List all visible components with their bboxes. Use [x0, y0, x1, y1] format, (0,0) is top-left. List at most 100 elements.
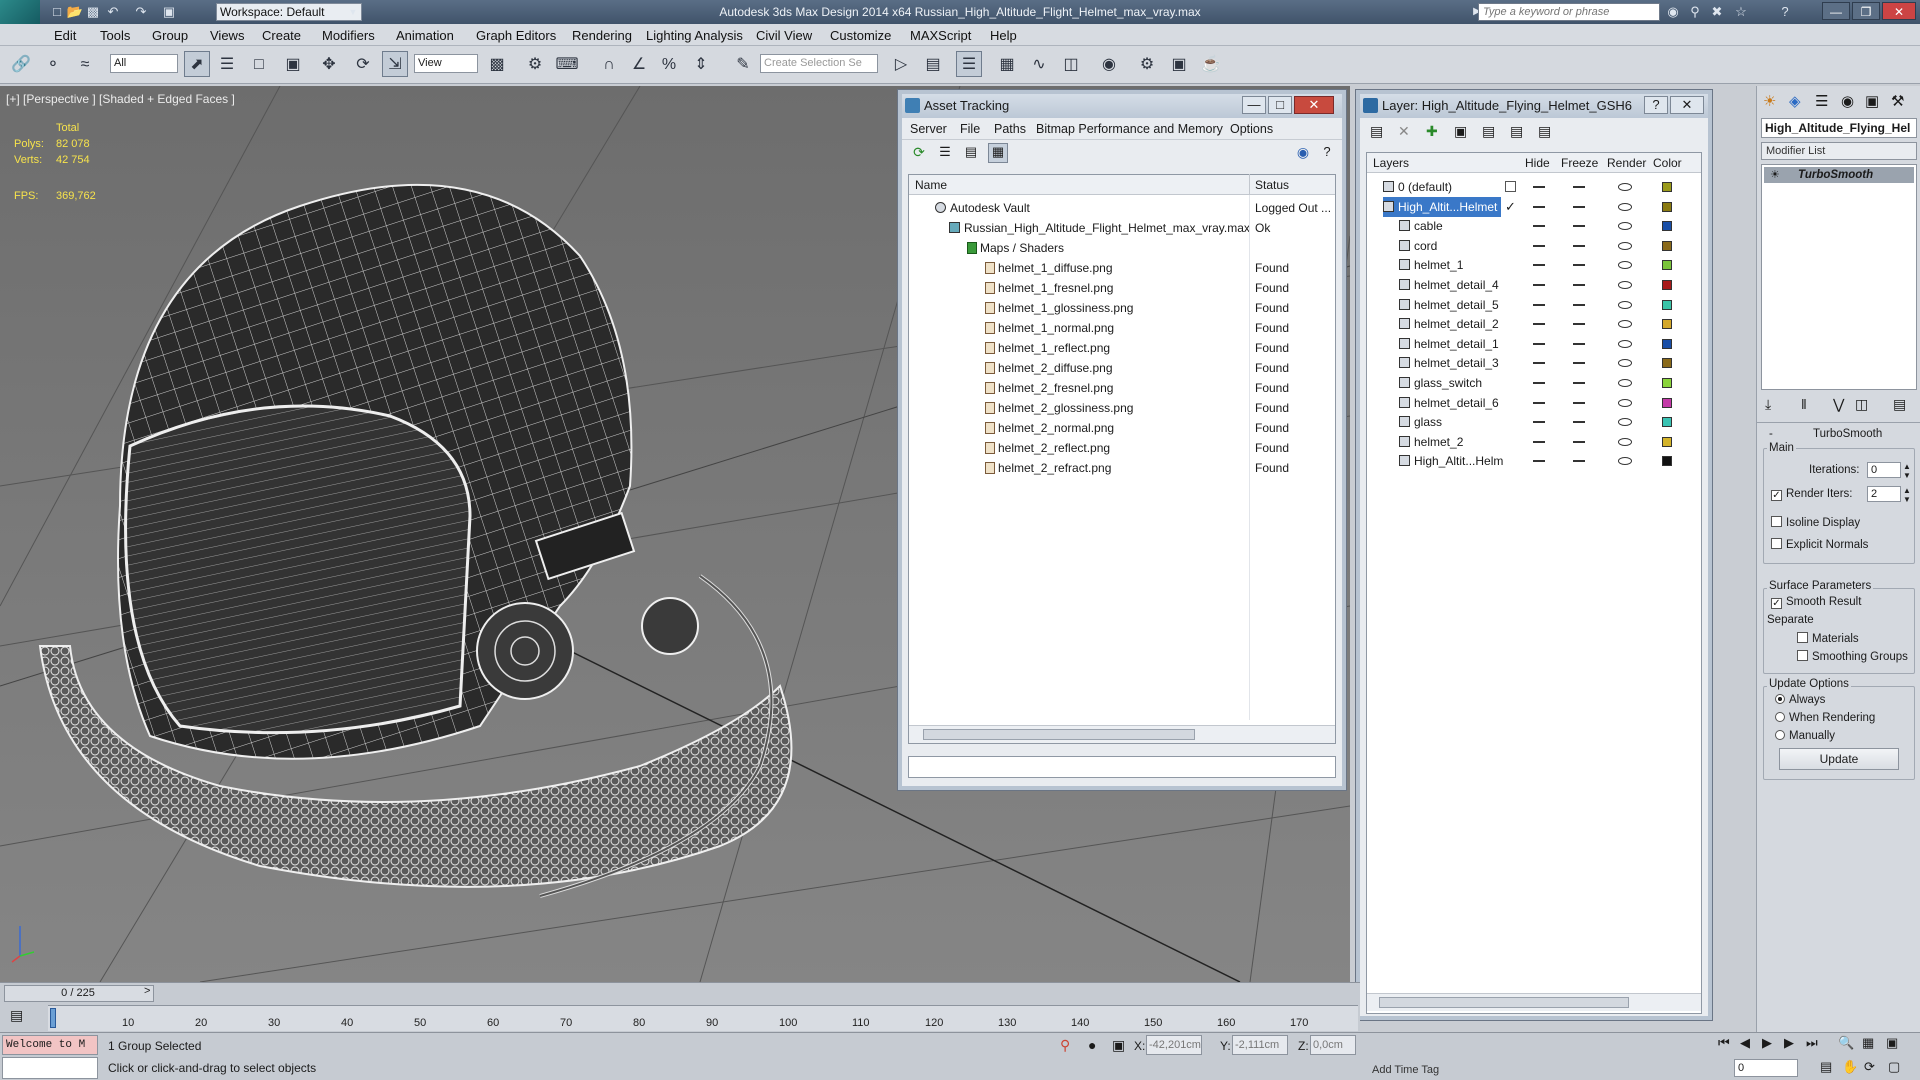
- freeze-toggle[interactable]: [1573, 362, 1585, 365]
- layer-titlebar[interactable]: Layer: High_Altitude_Flying_Helmet_GSH6 …: [1360, 94, 1708, 118]
- list-view-icon[interactable]: ☰: [936, 144, 954, 162]
- minimize-button[interactable]: —: [1822, 2, 1850, 20]
- modifier-stack[interactable]: TurboSmooth ☀: [1761, 164, 1917, 390]
- hide-toggle[interactable]: [1533, 284, 1545, 286]
- hide-toggle[interactable]: [1533, 264, 1545, 267]
- menu-create[interactable]: Create: [262, 28, 301, 43]
- hide-toggle[interactable]: [1533, 205, 1545, 208]
- layer-row[interactable]: helmet_detail_3: [1367, 353, 1701, 373]
- menu-customize[interactable]: Customize: [830, 28, 891, 43]
- bind-space-warp-icon[interactable]: ≈: [72, 51, 98, 77]
- layer-h-scrollbar[interactable]: [1367, 993, 1701, 1011]
- z-coord-field[interactable]: 0,0cm: [1310, 1035, 1356, 1055]
- selection-lock-icon[interactable]: ●: [1088, 1037, 1096, 1053]
- zoom-extents-icon[interactable]: ▣: [1886, 1035, 1898, 1051]
- asset-row-texture[interactable]: helmet_2_glossiness.png: [985, 399, 1133, 418]
- hide-toggle[interactable]: [1533, 362, 1545, 365]
- go-to-start-icon[interactable]: ⏮: [1718, 1035, 1730, 1051]
- object-name-field[interactable]: High_Altitude_Flying_Hel: [1761, 118, 1917, 138]
- col-color-header[interactable]: Color: [1653, 156, 1682, 170]
- selection-filter-dropdown[interactable]: All: [110, 54, 178, 73]
- motion-tab-icon[interactable]: ◉: [1841, 92, 1854, 110]
- current-layer-checkbox[interactable]: [1505, 181, 1516, 192]
- select-manipulate-icon[interactable]: ⚙: [522, 51, 548, 77]
- rollout-collapse-icon[interactable]: -: [1769, 428, 1773, 440]
- stack-item-turbosmooth[interactable]: TurboSmooth: [1764, 167, 1914, 183]
- asset-row-maps-folder[interactable]: Maps / Shaders: [967, 239, 1064, 258]
- modifier-list-dropdown[interactable]: Modifier List: [1761, 142, 1917, 160]
- next-frame-icon[interactable]: ▶: [1784, 1035, 1794, 1051]
- undo-icon[interactable]: ↶: [104, 3, 122, 21]
- freeze-toggle[interactable]: [1573, 244, 1585, 247]
- rollout-title[interactable]: TurboSmooth: [1813, 428, 1882, 440]
- render-teapot-icon[interactable]: [1618, 437, 1632, 446]
- layer-color-swatch[interactable]: [1662, 260, 1672, 271]
- current-frame-marker[interactable]: [50, 1008, 56, 1028]
- align-icon[interactable]: ▤: [920, 51, 946, 77]
- percent-snap-icon[interactable]: %: [656, 51, 682, 77]
- render-teapot-icon[interactable]: [1618, 183, 1632, 191]
- current-frame-field[interactable]: 0: [1734, 1059, 1798, 1077]
- previous-frame-icon[interactable]: ◀: [1740, 1035, 1750, 1051]
- zoom-all-icon[interactable]: ▦: [1862, 1035, 1874, 1051]
- configure-sets-icon[interactable]: ▤: [1893, 396, 1906, 413]
- update-button[interactable]: Update: [1779, 748, 1899, 770]
- menu-rendering[interactable]: Rendering: [572, 28, 632, 43]
- layer-color-swatch[interactable]: [1662, 201, 1672, 212]
- delete-layer-icon[interactable]: ✕: [1398, 123, 1410, 140]
- go-to-end-icon[interactable]: ⏭: [1806, 1035, 1818, 1051]
- freeze-all-icon[interactable]: ▤: [1538, 123, 1551, 140]
- remove-modifier-icon[interactable]: ◫: [1855, 396, 1868, 413]
- freeze-toggle[interactable]: [1573, 205, 1585, 208]
- pivot-center-icon[interactable]: ▩: [484, 51, 510, 77]
- isoline-display-checkbox[interactable]: Isoline Display: [1771, 516, 1860, 529]
- col-status-header[interactable]: Status: [1255, 178, 1289, 192]
- layer-color-swatch[interactable]: [1662, 358, 1672, 369]
- select-and-link-icon[interactable]: 🔗: [8, 51, 34, 77]
- layer-row[interactable]: helmet_detail_1: [1367, 334, 1701, 354]
- select-object-icon[interactable]: ⬈: [184, 51, 210, 77]
- freeze-toggle[interactable]: [1573, 401, 1585, 404]
- render-teapot-icon[interactable]: [1618, 261, 1632, 270]
- asset-menu-bitmap-performance[interactable]: Bitmap Performance and Memory: [1036, 122, 1223, 136]
- close-button[interactable]: ✕: [1882, 2, 1916, 20]
- explicit-normals-checkbox[interactable]: Explicit Normals: [1771, 538, 1868, 551]
- asset-path-field[interactable]: [908, 756, 1336, 778]
- next-frame-arrow-icon[interactable]: >: [144, 985, 150, 997]
- refresh-icon[interactable]: ⟳: [910, 144, 928, 162]
- open-folder-icon[interactable]: 📂: [66, 3, 84, 21]
- menu-group[interactable]: Group: [152, 28, 188, 43]
- menu-help[interactable]: Help: [990, 28, 1017, 43]
- display-tab-icon[interactable]: ▣: [1865, 92, 1879, 110]
- layer-row[interactable]: helmet_2: [1367, 432, 1701, 452]
- layer-color-swatch[interactable]: [1662, 319, 1672, 330]
- freeze-toggle[interactable]: [1573, 225, 1585, 228]
- rectangular-selection-icon[interactable]: □: [246, 51, 272, 77]
- render-teapot-icon[interactable]: [1618, 281, 1632, 289]
- hide-toggle[interactable]: [1533, 303, 1545, 306]
- add-to-layer-icon[interactable]: ✚: [1426, 123, 1438, 140]
- layer-row[interactable]: cable: [1367, 216, 1701, 236]
- hide-toggle[interactable]: [1533, 323, 1545, 326]
- asset-row-vault[interactable]: Autodesk Vault: [935, 199, 1030, 218]
- menu-lighting-analysis[interactable]: Lighting Analysis: [646, 28, 743, 43]
- mirror-icon[interactable]: ▷: [888, 51, 914, 77]
- pin-stack-icon[interactable]: ⤓: [1765, 396, 1771, 413]
- render-teapot-icon[interactable]: [1618, 379, 1632, 387]
- col-freeze-header[interactable]: Freeze: [1561, 156, 1598, 170]
- always-radio[interactable]: Always: [1775, 694, 1825, 706]
- hide-toggle[interactable]: [1533, 225, 1545, 228]
- freeze-toggle[interactable]: [1573, 186, 1585, 188]
- layer-row[interactable]: helmet_detail_6: [1367, 393, 1701, 413]
- hide-toggle[interactable]: [1533, 244, 1545, 247]
- schematic-view-icon[interactable]: ◫: [1058, 51, 1084, 77]
- asset-tracking-titlebar[interactable]: Asset Tracking — □ ✕: [902, 94, 1342, 118]
- time-config-icon[interactable]: ▤: [1820, 1059, 1832, 1075]
- asset-minimize-button[interactable]: —: [1242, 96, 1266, 114]
- layer-close-button[interactable]: ✕: [1670, 96, 1704, 114]
- create-layer-icon[interactable]: ▤: [1370, 123, 1383, 140]
- curve-editor-icon[interactable]: ∿: [1026, 51, 1052, 77]
- asset-h-scrollbar[interactable]: [909, 725, 1335, 743]
- freeze-toggle[interactable]: [1573, 382, 1585, 384]
- table-view-icon[interactable]: ▦: [988, 143, 1008, 163]
